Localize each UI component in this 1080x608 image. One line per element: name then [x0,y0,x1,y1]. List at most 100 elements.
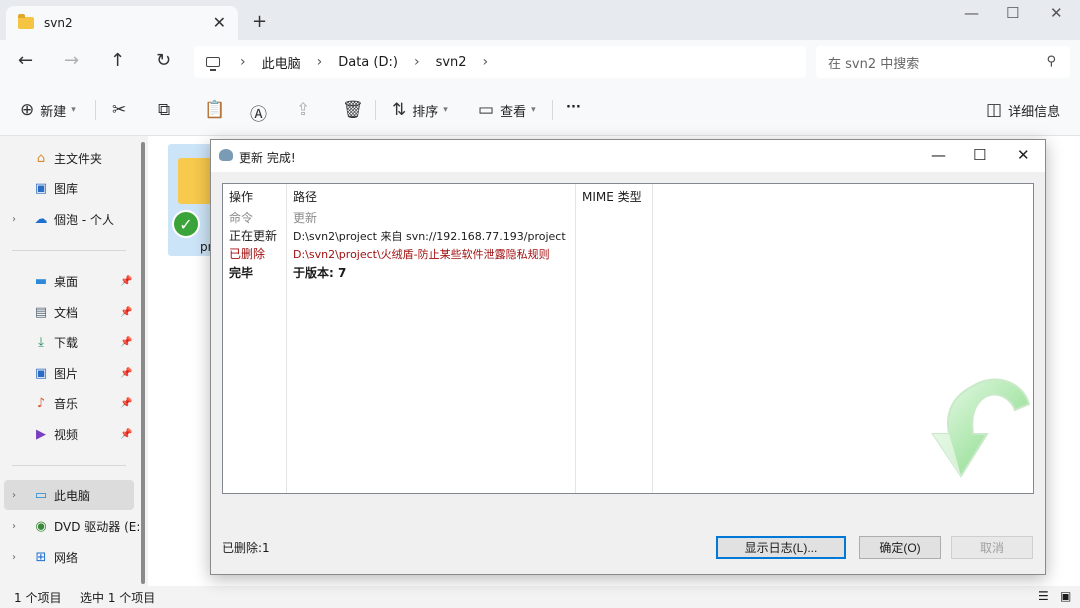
desktop-icon: ▬ [34,273,48,289]
sidebar-item-label: 图库 [54,181,79,196]
sidebar-item-label: 個泡 - 个人 [54,212,114,227]
music-icon: ♪ [36,395,46,411]
row-path: 于版本: 7 [293,266,347,280]
pin-icon[interactable]: 📌 [120,429,132,440]
dvd-icon: ◉ [35,518,47,534]
sidebar-item-desktop[interactable]: ▬ 桌面 📌 [0,266,136,296]
scissors-icon: ✂ [112,100,127,120]
list-row[interactable]: 完毕 于版本: 7 [223,262,1033,280]
more-button[interactable]: ··· [566,100,581,115]
tiles-view-icon[interactable]: ▣ [1060,589,1074,603]
chevron-right-icon[interactable]: › [12,214,16,225]
show-log-button[interactable]: 显示日志(L)... [716,536,846,559]
breadcrumb-svn2[interactable]: svn2 [436,55,467,70]
sidebar-item-music[interactable]: ♪ 音乐 📌 [0,388,136,418]
new-tab-button[interactable]: + [252,11,267,32]
cancel-button[interactable]: 取消 [951,536,1033,559]
refresh-button[interactable]: ↻ [156,50,171,71]
list-row[interactable]: 命令 更新 [223,207,1033,225]
sidebar-item-home[interactable]: ⌂ 主文件夹 [0,143,136,173]
close-window-button[interactable]: ✕ [1050,4,1063,22]
back-button[interactable]: ← [18,50,33,71]
sidebar-item-network[interactable]: › ⊞ 网络 [0,542,136,572]
tortoise-icon [219,149,233,161]
rename-icon: Ⓐ [250,105,267,125]
breadcrumb-this-pc[interactable]: 此电脑 [262,53,301,72]
row-action: 命令 [229,211,254,225]
tab-close-icon[interactable]: ✕ [213,13,226,32]
search-placeholder: 在 svn2 中搜索 [828,56,920,72]
breadcrumb-separator: › [413,54,420,70]
sidebar-item-gallery[interactable]: ▣ 图库 [0,173,136,203]
pin-icon[interactable]: 📌 [120,307,132,318]
details-button[interactable]: ◫ 详细信息 [986,100,1060,120]
tab-title: svn2 [44,16,73,30]
cloud-icon: ☁ [34,211,48,227]
sidebar-scrollbar[interactable] [141,142,145,584]
search-icon: ⚲ [1046,54,1056,69]
row-path: D:\svn2\project 来自 svn://192.168.77.193/… [293,230,566,243]
pictures-icon: ▣ [34,365,48,381]
rename-button[interactable]: Ⓐ [250,100,273,125]
minimize-button[interactable]: — [964,4,979,22]
cut-button[interactable]: ✂ [112,100,132,120]
sidebar-item-onedrive[interactable]: › ☁ 個泡 - 个人 [0,204,136,234]
sidebar-item-label: 下载 [54,335,79,350]
address-bar[interactable]: › 此电脑 › Data (D:) › svn2 › [194,46,806,78]
file-item-project[interactable]: ✓ pr [168,144,218,256]
up-button[interactable]: ↑ [110,50,125,71]
paste-button[interactable]: 📋 [204,100,231,120]
command-bar: ⊕ 新建 ▾ ✂ ⧉ 📋 Ⓐ ⇪ 🗑 ⇅ 排序 ▾ ▭ 查看 ▾ ··· ◫ 详… [0,84,1080,136]
list-row[interactable]: 已删除 D:\svn2\project\火绒盾-防止某些软件泄露隐私规则 [223,243,1033,261]
maximize-button[interactable]: ☐ [1006,4,1019,22]
delete-button[interactable]: 🗑 [342,100,370,120]
this-pc-icon: ▭ [34,487,48,503]
chevron-right-icon[interactable]: › [12,521,16,532]
sidebar-item-dvd[interactable]: › ◉ DVD 驱动器 (E: [0,511,140,541]
pin-icon[interactable]: 📌 [120,276,132,287]
pin-icon[interactable]: 📌 [120,337,132,348]
forward-button[interactable]: → [64,50,79,71]
pin-icon[interactable]: 📌 [120,398,132,409]
tab-svn2[interactable]: svn2 ✕ [6,6,238,40]
list-view-icon[interactable]: ☰ [1038,589,1052,603]
dialog-maximize-button[interactable]: ☐ [973,146,986,164]
sidebar-divider [12,465,126,466]
tab-bar: svn2 ✕ + — ☐ ✕ [0,0,1080,40]
pin-icon[interactable]: 📌 [120,368,132,379]
sort-button[interactable]: ⇅ 排序 ▾ [392,100,448,120]
new-button[interactable]: ⊕ 新建 ▾ [20,100,76,120]
list-row[interactable]: 正在更新 D:\svn2\project 来自 svn://192.168.77… [223,225,1033,243]
share-button[interactable]: ⇪ [296,100,316,120]
selected-count: 选中 1 个项目 [80,591,156,605]
sidebar-item-documents[interactable]: ▤ 文档 📌 [0,297,136,327]
sidebar-item-label: 桌面 [54,274,79,289]
sidebar-item-label: 视频 [54,427,79,442]
view-button[interactable]: ▭ 查看 ▾ [478,100,536,120]
row-path: 更新 [293,211,318,225]
dialog-minimize-button[interactable]: — [931,146,946,164]
breadcrumb-data-drive[interactable]: Data (D:) [338,55,398,70]
search-input[interactable]: 在 svn2 中搜索 ⚲ [816,46,1070,78]
details-pane-icon: ◫ [986,100,1003,120]
breadcrumb-separator: › [240,54,246,70]
chevron-right-icon[interactable]: › [12,552,16,563]
documents-icon: ▤ [34,304,48,320]
update-results-list[interactable]: 操作 路径 MIME 类型 命令 更新 正在更新 D:\svn2\project… [222,183,1034,494]
sidebar-item-label: 音乐 [54,396,79,411]
sidebar-item-downloads[interactable]: ⤓ 下载 📌 [0,327,136,357]
dialog-close-button[interactable]: ✕ [1017,146,1030,164]
sidebar-item-label: DVD 驱动器 (E: [54,519,141,534]
toolbar-divider [552,100,553,120]
sidebar-item-videos[interactable]: ▶ 视频 📌 [0,419,136,449]
sidebar-item-this-pc[interactable]: › ▭ 此电脑 [4,480,134,510]
ok-button[interactable]: 确定(O) [859,536,941,559]
address-row: ← → ↑ ↻ › 此电脑 › Data (D:) › svn2 › 在 svn… [0,40,1080,84]
chevron-down-icon: ▾ [531,105,536,115]
toolbar-divider [95,100,96,120]
network-icon: ⊞ [35,549,47,565]
copy-button[interactable]: ⧉ [158,100,176,120]
sidebar-item-pictures[interactable]: ▣ 图片 📌 [0,358,136,388]
breadcrumb-separator: › [316,54,323,70]
chevron-right-icon[interactable]: › [12,490,16,501]
